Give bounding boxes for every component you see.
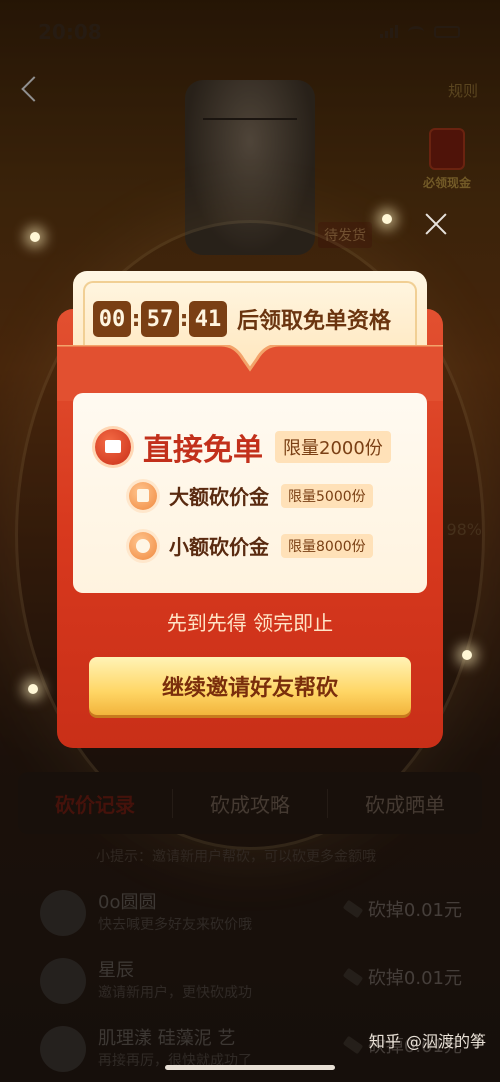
countdown-hours: 00: [93, 301, 131, 337]
sparkle-icon: [382, 214, 392, 224]
prize-big-bonus: 大额砍价金 限量5000份: [129, 481, 373, 510]
home-indicator: [165, 1065, 335, 1070]
prize-free-order-limit: 限量2000份: [275, 431, 391, 463]
countdown-seconds: 41: [189, 301, 227, 337]
invite-friends-button[interactable]: 继续邀请好友帮砍: [89, 657, 411, 715]
prize-small-bonus-limit: 限量8000份: [281, 533, 373, 558]
prize-big-bonus-limit: 限量5000份: [281, 483, 373, 508]
watermark: 知乎 @泅渡的筝: [368, 1032, 486, 1051]
free-order-modal: 00 : 57 : 41 后领取免单资格 直接免单 限量2000份 大额砍价金 …: [57, 271, 443, 748]
prize-big-bonus-title: 大额砍价金: [169, 485, 269, 509]
prize-small-bonus-title: 小额砍价金: [169, 535, 269, 559]
invite-friends-button-label: 继续邀请好友帮砍: [161, 676, 338, 701]
prize-small-bonus: 小额砍价金 限量8000份: [129, 531, 373, 560]
first-come-text: 先到先得 领完即止: [166, 611, 334, 635]
bag-icon: [129, 481, 157, 510]
close-icon[interactable]: [424, 212, 448, 236]
sparkle-icon: [462, 650, 472, 660]
prize-free-order: 直接免单 限量2000份: [95, 425, 391, 469]
sparkle-icon: [30, 232, 40, 242]
countdown-minutes: 57: [141, 301, 179, 337]
sparkle-icon: [28, 684, 38, 694]
countdown-timer: 00 : 57 : 41 后领取免单资格: [93, 301, 391, 337]
countdown-suffix: 后领取免单资格: [237, 309, 392, 334]
prize-card: 直接免单 限量2000份 大额砍价金 限量5000份 小额砍价金 限量8000份: [73, 393, 427, 593]
coin-icon: [129, 531, 157, 560]
prize-free-order-title: 直接免单: [143, 433, 263, 468]
gift-box-icon: [95, 429, 131, 465]
